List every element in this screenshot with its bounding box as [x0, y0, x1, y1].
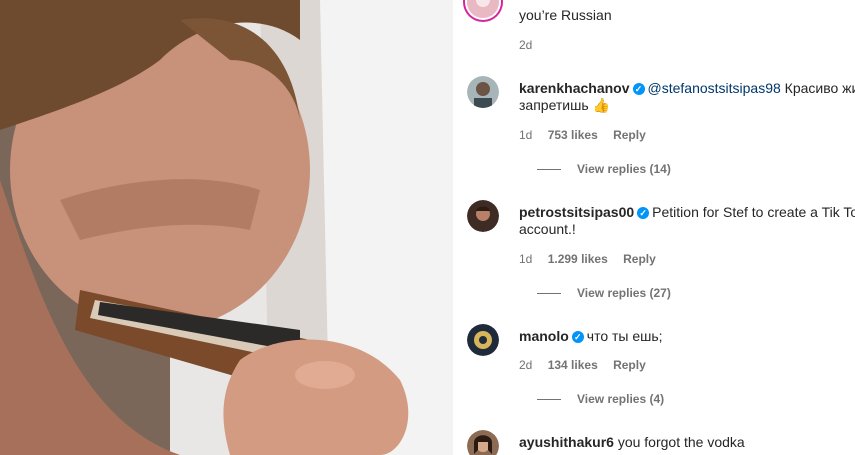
comment-body: что ты ешь;	[586, 328, 663, 344]
reply-button[interactable]: Reply	[613, 358, 646, 372]
avatar[interactable]	[467, 76, 499, 108]
comment-text: karenkhachanov ✓ @stefanostsitsipas98 Крас…	[519, 79, 855, 97]
view-replies-label: View replies (27)	[577, 286, 671, 300]
comment-meta: 1d 1.299 likes Reply	[519, 252, 668, 266]
comment-mention[interactable]: @stefanostsitsipas98	[648, 80, 781, 96]
comment-meta: 2d 134 likes Reply	[519, 358, 658, 372]
view-replies-button[interactable]: View replies (14)	[537, 162, 671, 176]
divider-line	[537, 399, 561, 401]
comment-time: 2d	[519, 358, 533, 372]
comment-meta: 2d	[519, 38, 544, 52]
comment-time: 1d	[519, 252, 533, 266]
avatar[interactable]	[467, 430, 499, 455]
comment-likes[interactable]: 753 likes	[548, 128, 598, 142]
comment-text: ayushithakur6 you forgot the vodka	[519, 433, 855, 451]
comment-meta: 1d 753 likes Reply	[519, 128, 658, 142]
comment-text: petrostsitsipas00 ✓ Petition for Stef to c…	[519, 203, 855, 221]
comment-username[interactable]: ayushithakur6	[519, 434, 614, 450]
verified-badge-icon: ✓	[637, 207, 650, 220]
verified-badge-icon: ✓	[571, 331, 584, 344]
view-replies-label: View replies (14)	[577, 162, 671, 176]
reply-button[interactable]: Reply	[623, 252, 656, 266]
comment-likes[interactable]: 1.299 likes	[548, 252, 608, 266]
comment-username[interactable]: manolo	[519, 328, 569, 344]
avatar[interactable]	[467, 324, 499, 356]
avatar[interactable]	[467, 200, 499, 232]
comment-text-line2: запретишь 👍	[519, 97, 610, 113]
comment-body: you forgot the vodka	[617, 434, 745, 450]
avatar[interactable]	[467, 0, 499, 18]
comment-text: you’re Russian	[519, 7, 612, 23]
comment-body: Petition for Stef to create a Tik Tok	[652, 204, 855, 220]
comment-username[interactable]: petrostsitsipas00	[519, 204, 634, 220]
verified-badge-icon: ✓	[632, 83, 645, 96]
view-replies-button[interactable]: View replies (4)	[537, 392, 664, 406]
divider-line	[537, 293, 561, 295]
comment-time: 1d	[519, 128, 533, 142]
view-replies-label: View replies (4)	[577, 392, 665, 406]
comment-text-line2: account.!	[519, 221, 576, 237]
reply-button[interactable]: Reply	[613, 128, 646, 142]
comment-text: manolo ✓ что ты ешь;	[519, 327, 855, 345]
view-replies-button[interactable]: View replies (27)	[537, 286, 671, 300]
comments-panel[interactable]: you’re Russian 2d karenkhachanov ✓ @stefan…	[453, 0, 855, 455]
divider-line	[537, 169, 561, 171]
man-eating-caviar-toast-image	[0, 0, 453, 455]
comment-likes[interactable]: 134 likes	[548, 358, 598, 372]
post-photo	[0, 0, 453, 455]
comment-username[interactable]: karenkhachanov	[519, 80, 630, 96]
comment-body: Красиво жит	[784, 80, 855, 96]
comment-time: 2d	[519, 38, 533, 52]
